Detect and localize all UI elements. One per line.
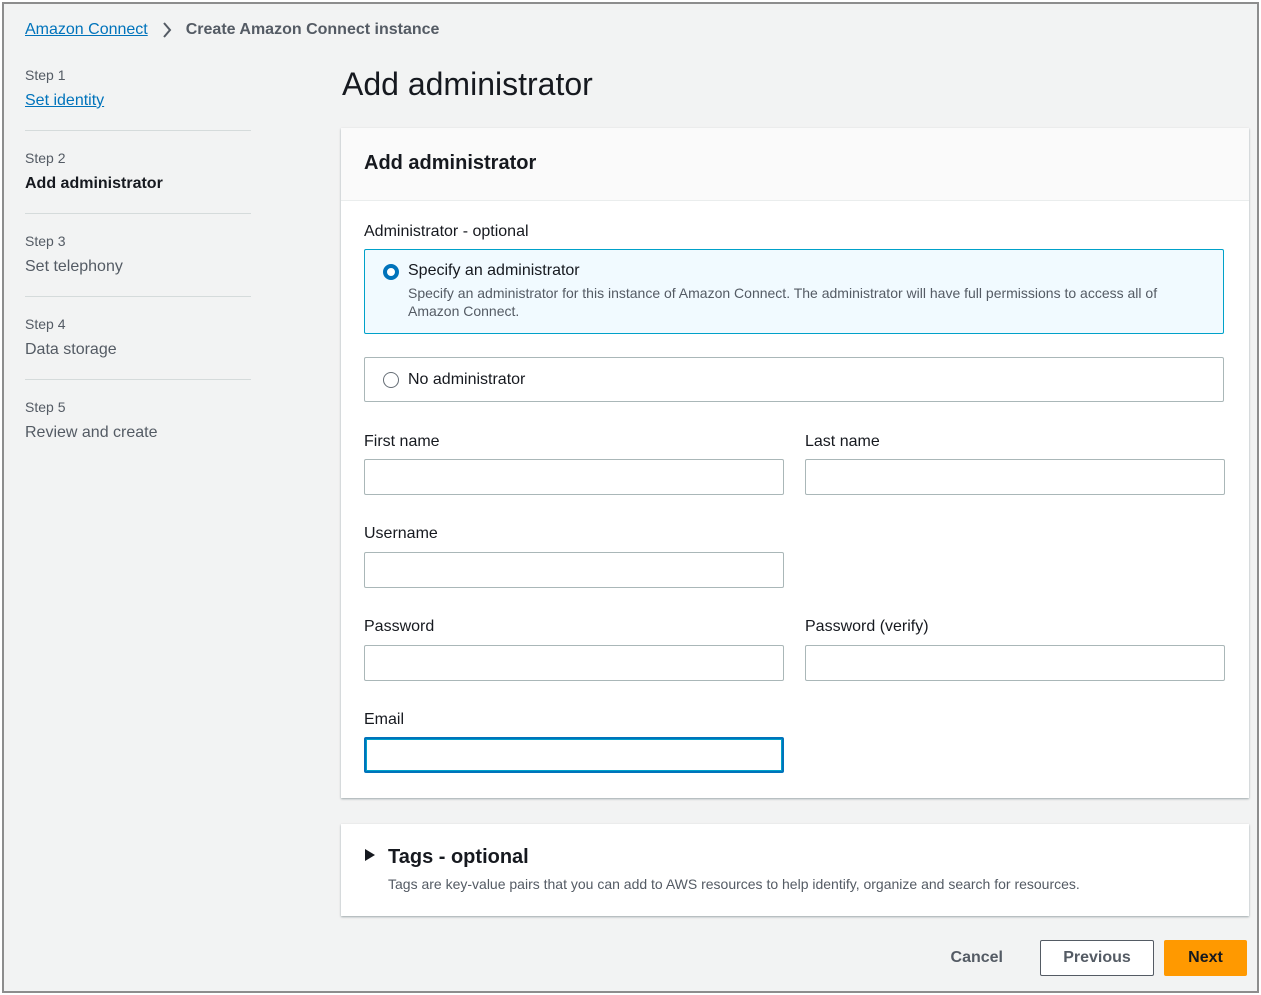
step-number: Step 1 [25,67,66,83]
first-name-label: First name [364,433,440,450]
chevron-right-icon [162,22,172,38]
panel-title: Add administrator [341,128,1249,201]
breadcrumb-amazon-connect-link[interactable]: Amazon Connect [25,21,148,39]
username-label: Username [364,525,438,542]
specify-administrator-option[interactable]: Specify an administrator Specify an admi… [364,249,1224,334]
step-number: Step 4 [25,316,66,332]
wizard-step-2: Step 2 Add administrator [25,149,251,214]
step-label-review-and-create: Review and create [25,424,158,441]
tags-description: Tags are key-value pairs that you can ad… [388,876,1080,892]
step-number: Step 2 [25,150,66,166]
tags-panel: Tags - optional Tags are key-value pairs… [341,824,1249,916]
wizard-actions: Cancel Previous Next [928,940,1247,976]
step-label-set-telephony: Set telephony [25,258,123,275]
tags-title: Tags - optional [388,846,529,868]
no-administrator-option[interactable]: No administrator [364,357,1224,402]
page-title: Add administrator [342,66,593,102]
password-label: Password [364,618,435,635]
step-link-set-identity[interactable]: Set identity [25,90,251,112]
breadcrumb: Amazon Connect Create Amazon Connect ins… [25,21,439,39]
last-name-input[interactable] [805,459,1225,495]
administrator-group-label: Administrator - optional [364,223,529,240]
next-button[interactable]: Next [1164,940,1247,976]
wizard-step-5: Step 5 Review and create [25,398,251,462]
tags-expand-toggle[interactable]: Tags - optional [364,846,529,869]
caret-right-icon [364,848,376,867]
password-input[interactable] [364,645,784,681]
email-label: Email [364,711,405,728]
specify-administrator-radio[interactable] [383,264,399,280]
cancel-button[interactable]: Cancel [928,940,1026,976]
last-name-label: Last name [805,433,880,450]
app-frame: Amazon Connect Create Amazon Connect ins… [2,2,1259,993]
step-number: Step 5 [25,399,66,415]
previous-button[interactable]: Previous [1040,940,1154,976]
username-input[interactable] [364,552,784,588]
step-label-data-storage: Data storage [25,341,117,358]
first-name-input[interactable] [364,459,784,495]
password-verify-input[interactable] [805,645,1225,681]
no-administrator-title: No administrator [408,371,526,388]
specify-administrator-title: Specify an administrator [408,262,580,279]
wizard-step-3: Step 3 Set telephony [25,232,251,297]
no-administrator-radio[interactable] [383,372,399,388]
wizard-step-4: Step 4 Data storage [25,315,251,380]
step-number: Step 3 [25,233,66,249]
breadcrumb-current: Create Amazon Connect instance [185,21,440,38]
add-administrator-panel: Add administrator Administrator - option… [341,128,1249,798]
wizard-step-1: Step 1 Set identity [25,66,251,131]
email-input[interactable] [364,737,784,773]
wizard-steps-nav: Step 1 Set identity Step 2 Add administr… [25,66,251,480]
password-verify-label: Password (verify) [805,618,929,635]
specify-administrator-description: Specify an administrator for this instan… [408,285,1158,319]
step-label-add-administrator: Add administrator [25,175,163,192]
